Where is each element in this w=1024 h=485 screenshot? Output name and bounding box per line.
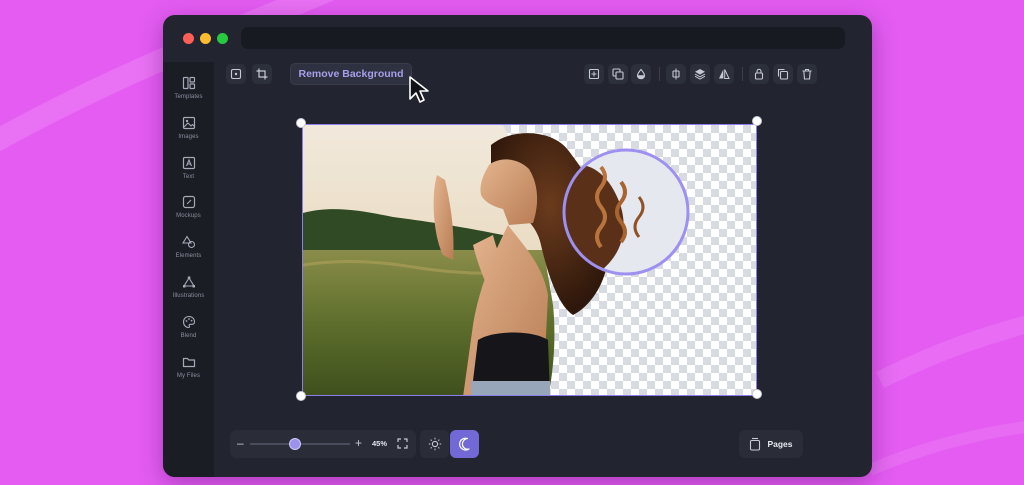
close-window-button[interactable] (183, 33, 194, 44)
lock-button[interactable] (749, 64, 769, 84)
replace-image-button[interactable] (226, 64, 246, 84)
sidebar-item-label: My Files (176, 373, 201, 379)
delete-button[interactable] (797, 64, 817, 84)
shapes-icon (181, 235, 195, 249)
sidebar-item-label: Illustrations (172, 293, 205, 299)
minimize-window-button[interactable] (200, 33, 211, 44)
zoom-slider-thumb[interactable] (289, 438, 301, 450)
mockup-icon (182, 195, 195, 209)
distribute-icon (672, 68, 680, 80)
app-window: Templates Images Text Mockups Elements I… (163, 15, 872, 477)
design-canvas[interactable] (302, 124, 757, 396)
crop-button[interactable] (252, 64, 272, 84)
moon-icon (458, 437, 470, 451)
sidebar-item-label: Mockups (176, 213, 201, 219)
folder-icon (182, 357, 195, 368)
zoom-in-button[interactable]: + (355, 436, 362, 450)
opacity-icon (636, 68, 646, 80)
window-controls (183, 33, 228, 44)
light-mode-button[interactable] (420, 430, 449, 458)
zoom-control: – + 45% (230, 430, 416, 458)
resize-handle-bottom-left[interactable] (296, 391, 306, 401)
palette-icon (182, 315, 195, 329)
sidebar-item-my-files[interactable]: My Files (163, 352, 214, 388)
flip-icon (719, 69, 730, 79)
sidebar-item-images[interactable]: Images (163, 113, 214, 149)
resize-handle-bottom-right[interactable] (752, 389, 762, 399)
sidebar-item-label: Text (182, 174, 195, 180)
flip-button[interactable] (714, 64, 734, 84)
sidebar-item-templates[interactable]: Templates (163, 73, 214, 109)
sun-icon (428, 437, 441, 451)
arrange-icon (612, 68, 624, 80)
lock-icon (754, 68, 764, 80)
sidebar-item-label: Blend (180, 333, 197, 339)
templates-icon (182, 76, 195, 90)
sidebar-item-illustrations[interactable]: Illustrations (163, 272, 214, 308)
align-center-button[interactable] (584, 64, 604, 84)
zoom-level: 45% (372, 439, 388, 448)
delete-icon (802, 68, 812, 80)
sidebar-item-mockups[interactable]: Mockups (163, 192, 214, 228)
mouse-cursor-icon (409, 76, 429, 103)
arrange-button[interactable] (608, 64, 628, 84)
duplicate-button[interactable] (773, 64, 793, 84)
pages-button[interactable]: Pages (739, 430, 803, 458)
resize-handle-top-left[interactable] (296, 118, 306, 128)
toolbar-divider (659, 67, 660, 81)
sidebar-item-text[interactable]: Text (163, 153, 214, 189)
crop-icon (256, 68, 268, 80)
duplicate-icon (777, 68, 789, 80)
sidebar: Templates Images Text Mockups Elements I… (163, 62, 214, 477)
fullscreen-icon[interactable] (397, 438, 408, 449)
align-center-icon (588, 68, 600, 80)
layers-button[interactable] (690, 64, 710, 84)
dark-mode-button[interactable] (450, 430, 479, 458)
distribute-button[interactable] (666, 64, 686, 84)
pages-icon (750, 437, 761, 451)
address-bar[interactable] (241, 27, 845, 49)
maximize-window-button[interactable] (217, 33, 228, 44)
layers-icon (694, 69, 706, 80)
resize-handle-top-right[interactable] (752, 116, 762, 126)
sidebar-item-label: Elements (175, 253, 202, 259)
sidebar-item-blend[interactable]: Blend (163, 312, 214, 348)
sidebar-item-elements[interactable]: Elements (163, 232, 214, 268)
replace-image-icon (230, 68, 242, 80)
magnifier-loupe (562, 148, 690, 276)
remove-background-button[interactable]: Remove Background (290, 63, 412, 85)
text-icon (182, 156, 195, 170)
image-icon (182, 116, 195, 130)
toolbar-divider (742, 67, 743, 81)
illustration-icon (182, 276, 195, 288)
pages-label: Pages (767, 439, 793, 449)
opacity-button[interactable] (631, 64, 651, 84)
zoom-out-button[interactable]: – (237, 436, 244, 450)
sidebar-item-label: Templates (174, 94, 203, 100)
sidebar-item-label: Images (178, 134, 199, 140)
